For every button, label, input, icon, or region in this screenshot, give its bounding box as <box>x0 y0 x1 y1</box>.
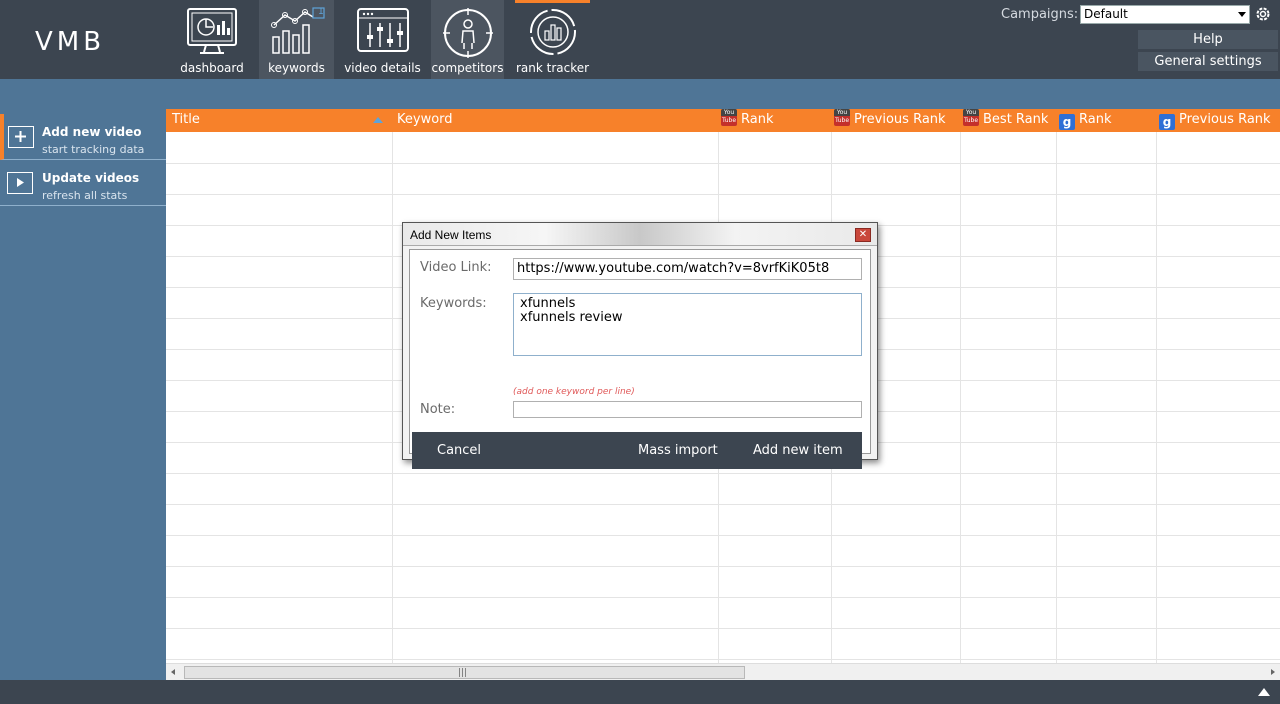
close-icon[interactable]: ✕ <box>855 228 871 242</box>
youtube-icon <box>963 109 979 126</box>
note-input[interactable] <box>513 401 862 418</box>
nav-dashboard[interactable]: dashboard <box>172 0 252 79</box>
row-divider <box>166 535 1280 536</box>
scroll-left-icon[interactable] <box>171 669 175 675</box>
video-link-input[interactable]: https://www.youtube.com/watch?v=8vrfKiK0… <box>513 258 862 280</box>
column-header-keyword[interactable]: Keyword <box>397 109 453 132</box>
column-header-title[interactable]: Title <box>172 109 200 132</box>
sidebar-item-add-new-video[interactable]: Add new video start tracking data <box>0 114 166 160</box>
rank-tracker-icon <box>527 7 579 60</box>
general-settings-button[interactable]: General settings <box>1138 52 1278 71</box>
sidebar-item-update-videos[interactable]: Update videos refresh all stats <box>0 160 166 206</box>
dialog-titlebar[interactable]: Add New Items ✕ <box>403 223 877 246</box>
google-icon: g <box>1159 114 1175 130</box>
scrollbar-thumb[interactable]: ||| <box>184 666 745 679</box>
video-link-label: Video Link: <box>420 260 492 275</box>
sidebar-item-title: Update videos <box>42 171 140 185</box>
person-target-icon <box>442 7 494 62</box>
sidebar: Add new video start tracking data Update… <box>0 109 166 680</box>
nav-keywords-label: keywords <box>268 61 325 75</box>
note-label: Note: <box>420 402 456 417</box>
row-divider <box>166 597 1280 598</box>
cancel-button[interactable]: Cancel <box>437 432 481 469</box>
dialog-body: Video Link: https://www.youtube.com/watc… <box>409 249 871 469</box>
nav-video-details-label: video details <box>344 61 421 75</box>
column-divider <box>392 132 393 663</box>
row-divider <box>166 659 1280 660</box>
column-header-google-previous-rank[interactable]: g Previous Rank <box>1159 109 1271 132</box>
keywords-hint: (add one keyword per line) <box>513 387 635 397</box>
column-divider <box>1056 132 1057 663</box>
add-new-item-button[interactable]: Add new item <box>753 432 843 469</box>
nav-dashboard-label: dashboard <box>180 61 244 75</box>
keywords-badge: 1 <box>318 7 324 17</box>
row-divider <box>166 194 1280 195</box>
column-header-youtube-rank[interactable]: Rank <box>721 109 773 132</box>
youtube-icon <box>834 109 850 126</box>
sidebar-item-subtitle: refresh all stats <box>42 189 128 202</box>
column-divider <box>1156 132 1157 663</box>
nav-video-details[interactable]: video details <box>340 0 425 79</box>
column-header-google-rank[interactable]: g Rank <box>1059 109 1111 132</box>
sidebar-item-title: Add new video <box>42 125 142 139</box>
top-bar: VMB dashboard 1 keywords video details c… <box>0 0 1280 79</box>
sliders-icon <box>356 7 410 58</box>
nav-competitors-label: competitors <box>431 61 504 75</box>
scroll-right-icon[interactable] <box>1271 669 1275 675</box>
app-logo: VMB <box>35 27 106 57</box>
help-button[interactable]: Help <box>1138 30 1278 49</box>
horizontal-scrollbar[interactable]: ||| <box>166 663 1280 680</box>
column-divider <box>960 132 961 663</box>
gear-icon[interactable] <box>1254 5 1272 27</box>
keywords-textarea[interactable]: xfunnels xfunnels review <box>513 293 862 356</box>
row-divider <box>166 628 1280 629</box>
campaigns-label: Campaigns: <box>1001 7 1079 22</box>
dropdown-arrow-icon <box>1238 12 1246 17</box>
keywords-chart-icon <box>269 7 325 58</box>
campaign-select-value: Default <box>1084 7 1128 21</box>
expand-up-icon[interactable] <box>1258 688 1270 696</box>
nav-rank-tracker[interactable]: rank tracker <box>515 0 590 79</box>
add-new-items-dialog: Add New Items ✕ Video Link: https://www.… <box>402 222 878 469</box>
sort-ascending-icon <box>373 117 383 123</box>
mass-import-button[interactable]: Mass import <box>638 432 718 469</box>
row-divider <box>166 163 1280 164</box>
toolbar-strip <box>0 79 1280 109</box>
column-header-youtube-previous-rank[interactable]: Previous Rank <box>834 109 946 132</box>
nav-competitors[interactable]: competitors <box>431 0 504 79</box>
row-divider <box>166 566 1280 567</box>
table-header: Title Keyword Rank Previous Rank Best Ra… <box>166 109 1280 132</box>
sidebar-item-subtitle: start tracking data <box>42 143 145 156</box>
column-header-youtube-best-rank[interactable]: Best Rank <box>963 109 1048 132</box>
dialog-button-bar: Cancel Mass import Add new item <box>412 432 862 469</box>
campaign-select[interactable]: Default <box>1080 5 1250 24</box>
keywords-label: Keywords: <box>420 296 487 311</box>
play-icon <box>7 172 33 194</box>
plus-icon <box>8 126 34 148</box>
google-icon: g <box>1059 114 1075 130</box>
dialog-title: Add New Items <box>410 228 492 242</box>
row-divider <box>166 504 1280 505</box>
bottom-bar <box>0 680 1280 704</box>
nav-rank-tracker-label: rank tracker <box>515 61 590 75</box>
nav-keywords[interactable]: 1 keywords <box>259 0 334 79</box>
youtube-icon <box>721 109 737 126</box>
dashboard-monitor-icon <box>186 7 238 58</box>
row-divider <box>166 473 1280 474</box>
